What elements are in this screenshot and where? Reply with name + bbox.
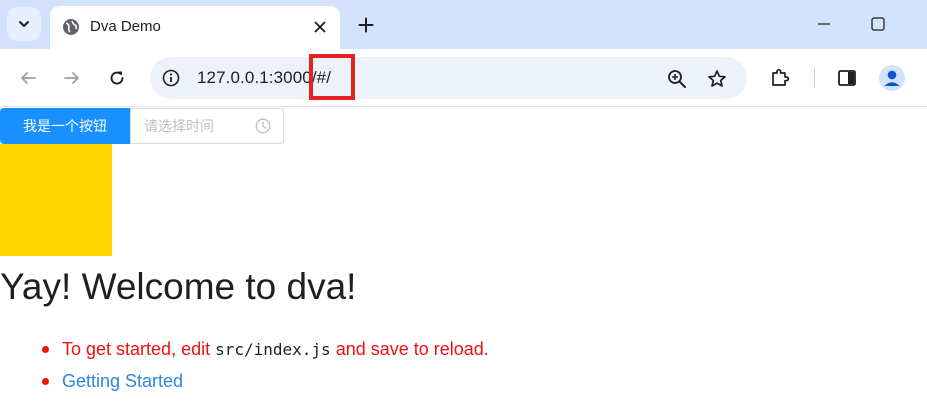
time-picker-placeholder: 请选择时间: [144, 119, 214, 135]
close-icon: [314, 21, 326, 33]
browser-toolbar: 127.0.0.1:3000/#/: [0, 49, 927, 107]
star-icon: [708, 70, 726, 87]
tab-title: Dva Demo: [90, 18, 161, 35]
address-bar[interactable]: 127.0.0.1:3000/#/: [150, 57, 747, 99]
page-content: 我是一个按钮 请选择时间 Yay! Welcome to dva! To get…: [0, 108, 927, 416]
list-item: Getting Started: [40, 368, 489, 400]
list-item: To get started, edit src/index.js and sa…: [40, 336, 489, 368]
getting-started-link[interactable]: Getting Started: [62, 371, 183, 391]
chevron-down-icon: [19, 21, 29, 27]
toolbar-divider: [814, 68, 815, 88]
getting-started-list: To get started, edit src/index.js and sa…: [40, 336, 489, 400]
info-icon: [162, 69, 180, 87]
time-picker[interactable]: 请选择时间: [130, 108, 284, 144]
avatar-icon: [884, 70, 900, 86]
profile-button[interactable]: [879, 65, 905, 91]
maximize-button[interactable]: [866, 12, 890, 36]
minimize-button[interactable]: [812, 12, 836, 36]
tab-close-button[interactable]: [308, 15, 332, 39]
url-highlight-annotation: [309, 54, 355, 100]
bookmark-button[interactable]: [705, 67, 729, 91]
list-item-suffix: and save to reload.: [330, 339, 489, 359]
side-panel-icon: [838, 70, 856, 86]
arrow-left-icon: [21, 72, 36, 84]
plus-icon: [358, 17, 374, 33]
reload-button[interactable]: [103, 64, 131, 92]
site-info-button[interactable]: [160, 67, 182, 89]
maximize-icon: [871, 17, 885, 31]
globe-icon: [63, 19, 79, 35]
bullet-icon: [42, 346, 49, 353]
minimize-icon: [818, 23, 830, 25]
zoom-button[interactable]: [665, 67, 689, 91]
forward-button[interactable]: [58, 64, 86, 92]
yellow-box: [0, 144, 112, 256]
welcome-heading: Yay! Welcome to dva!: [0, 266, 357, 307]
tab-search-button[interactable]: [7, 7, 41, 41]
side-panel-button[interactable]: [835, 66, 859, 90]
puzzle-icon: [772, 68, 790, 86]
browser-tab[interactable]: Dva Demo: [50, 6, 340, 49]
new-tab-button[interactable]: [352, 11, 380, 39]
bullet-icon: [42, 378, 49, 385]
clock-icon: [255, 118, 271, 134]
back-button[interactable]: [14, 64, 42, 92]
tab-strip: Dva Demo: [0, 0, 927, 49]
extensions-button[interactable]: [768, 66, 792, 90]
list-item-prefix: To get started, edit: [62, 339, 216, 359]
arrow-right-icon: [64, 72, 79, 84]
url-host: 127.0.0.1:300: [197, 68, 303, 87]
reload-icon: [110, 71, 124, 85]
zoom-in-icon: [668, 70, 686, 88]
primary-button[interactable]: 我是一个按钮: [0, 108, 130, 144]
code-path: src/index.js: [215, 340, 331, 359]
